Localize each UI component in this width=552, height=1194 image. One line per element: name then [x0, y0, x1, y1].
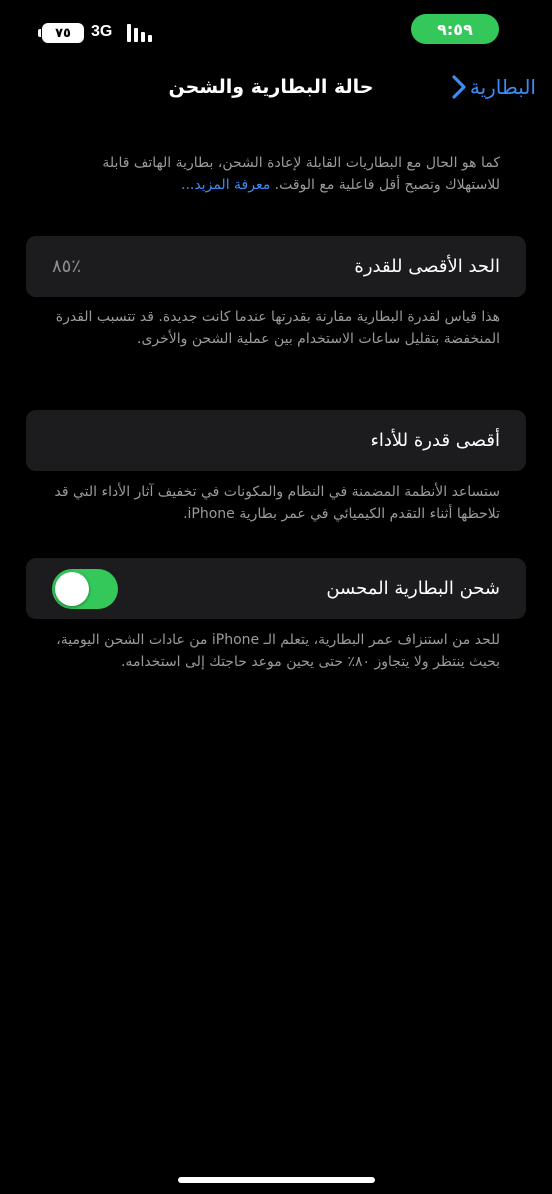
- battery-icon: ٧٥: [38, 23, 84, 43]
- max-capacity-value: ٪٨٥: [52, 256, 82, 277]
- peak-performance-label: أقصى قدرة للأداء: [370, 430, 500, 451]
- max-capacity-label: الحد الأقصى للقدرة: [354, 256, 500, 277]
- status-bar: ٧٥ 3G ٩:٥٩: [0, 14, 552, 54]
- optimized-charging-row: شحن البطارية المحسن: [26, 558, 526, 619]
- learn-more-link[interactable]: معرفة المزيد...: [181, 177, 270, 193]
- back-button-label: البطارية: [469, 75, 536, 99]
- signal-strength-icon: [127, 24, 157, 42]
- max-capacity-description: هذا قياس لقدرة البطارية مقارنة بقدرتها ع…: [55, 309, 500, 347]
- network-type: 3G: [91, 23, 113, 40]
- optimized-charging-description: للحد من استنزاف عمر البطارية، يتعلم الـ …: [56, 632, 500, 670]
- peak-performance-row: أقصى قدرة للأداء: [26, 410, 526, 471]
- peak-performance-description: ستساعد الأنظمة المضمنة في النظام والمكون…: [54, 484, 500, 522]
- back-button[interactable]: البطارية: [442, 74, 536, 100]
- battery-level: ٧٥: [55, 25, 71, 41]
- max-capacity-row: الحد الأقصى للقدرة ٪٨٥: [26, 236, 526, 297]
- optimized-charging-label: شحن البطارية المحسن: [326, 578, 500, 599]
- intro-text: كما هو الحال مع البطاريات القابلة لإعادة…: [102, 155, 500, 193]
- status-time[interactable]: ٩:٥٩: [411, 14, 499, 44]
- navigation-bar: حالة البطارية والشحن البطارية: [0, 70, 552, 110]
- battery-nub: [38, 29, 41, 37]
- chevron-right-icon: [452, 75, 466, 99]
- optimized-charging-toggle[interactable]: [52, 569, 118, 609]
- home-indicator[interactable]: [178, 1177, 375, 1183]
- toggle-knob: [55, 572, 89, 606]
- intro-description: كما هو الحال مع البطاريات القابلة لإعادة…: [52, 152, 500, 196]
